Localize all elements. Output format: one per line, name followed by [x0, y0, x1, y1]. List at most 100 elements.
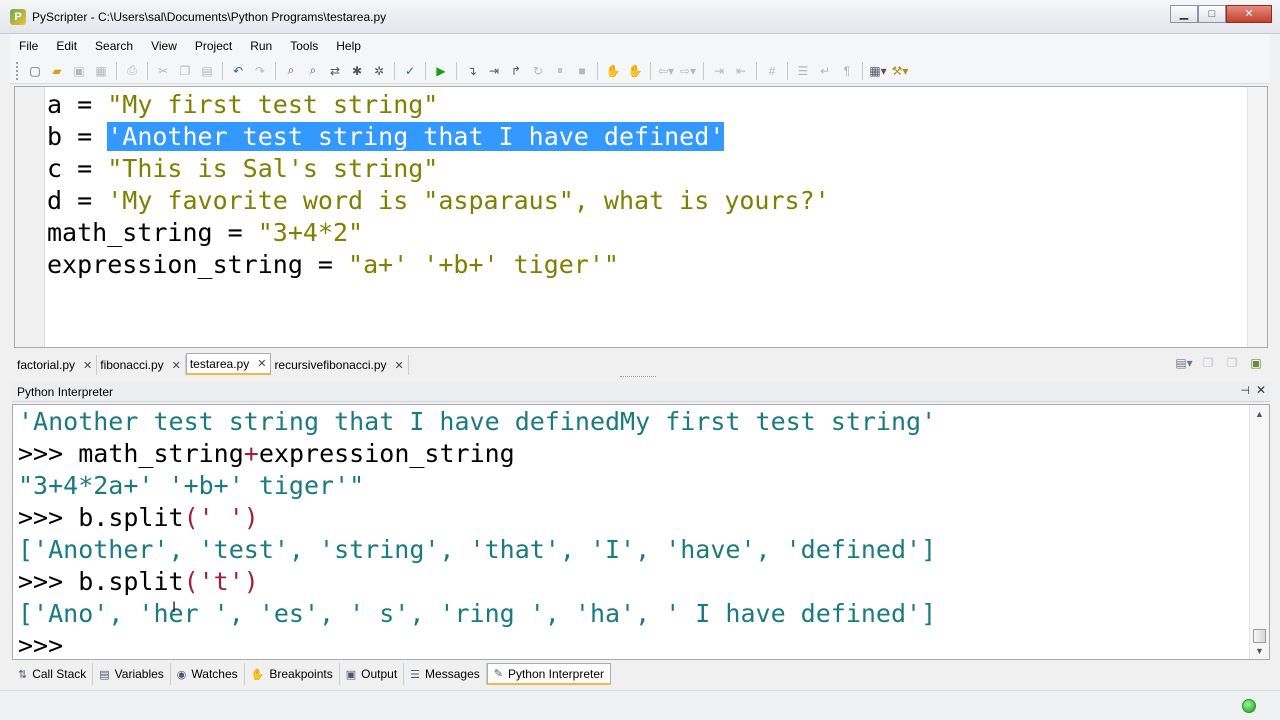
step-into-icon[interactable]: ↴ [461, 60, 483, 82]
menu-help[interactable]: Help [327, 34, 370, 58]
indent-icon[interactable]: ⇥ [708, 60, 730, 82]
input-text: math_string [78, 439, 244, 468]
bug-icon[interactable]: ✲ [368, 60, 390, 82]
interpreter-console[interactable]: 'Another test string that I have defined… [12, 404, 1270, 660]
scroll-down-icon[interactable]: ▼ [1255, 646, 1264, 656]
interpreter-output[interactable]: 'Another test string that I have defined… [18, 406, 936, 659]
debug-icon[interactable]: ✱ [346, 60, 368, 82]
interpreter-line: >>> math_string+expression_string [18, 438, 936, 470]
close-tab-icon[interactable]: ▣ [1244, 356, 1268, 372]
variable-name: b [47, 122, 63, 151]
code-line: c = "This is Sal's string" [47, 153, 830, 185]
string-literal: "My first test string" [107, 90, 439, 119]
run-icon[interactable]: ▶ [430, 60, 452, 82]
print-icon[interactable]: ⎙ [121, 60, 143, 82]
pause-icon[interactable]: ⏸ [549, 60, 571, 82]
save-all-icon[interactable]: ▦ [90, 60, 112, 82]
redo-icon[interactable]: ↷ [249, 60, 271, 82]
string-literal: "a+' '+b+' tiger'" [348, 250, 619, 279]
cut-icon[interactable]: ✂ [152, 60, 174, 82]
operator-text: ('t') [183, 567, 259, 596]
find-next-icon[interactable]: ⌕ [302, 60, 324, 82]
layout-icon[interactable]: ▦▾ [867, 60, 889, 82]
tools-icon[interactable]: ⚒▾ [889, 60, 911, 82]
tab-close-icon[interactable]: ✕ [83, 359, 92, 372]
editor-scrollbar[interactable] [1247, 87, 1267, 347]
undo-icon[interactable]: ↶ [227, 60, 249, 82]
tab-close-icon[interactable]: ✕ [395, 359, 404, 372]
tab-recursivefibonacci[interactable]: recursivefibonacci.py ✕ [271, 355, 409, 375]
pilcrow-icon[interactable]: ¶ [836, 60, 858, 82]
open-file-icon[interactable]: ▰ [46, 60, 68, 82]
forward-icon[interactable]: ⇨▾ [677, 60, 699, 82]
dedent-icon[interactable]: ⇤ [730, 60, 752, 82]
list-icon[interactable]: ☰ [792, 60, 814, 82]
minimize-button[interactable]: ▁ [1170, 5, 1198, 23]
menu-run[interactable]: Run [241, 34, 281, 58]
dock-tabs: ⇅ Call Stack ▤ Variables ◉ Watches ✋ Breakpo… [12, 662, 612, 686]
scroll-thumb[interactable] [1253, 629, 1266, 643]
new-file-icon[interactable]: ▢ [24, 60, 46, 82]
save-icon[interactable]: ▣ [68, 60, 90, 82]
tab-watches[interactable]: ◉ Watches [171, 663, 245, 685]
window-tabs-icon[interactable]: ❐ [1220, 356, 1244, 372]
tab-list-icon[interactable]: ▤▾ [1172, 356, 1196, 372]
tab-breakpoints[interactable]: ✋ Breakpoints [245, 663, 340, 685]
title-bar: P PyScripter - C:\Users\sal\Documents\Py… [0, 0, 1280, 34]
tab-close-icon[interactable]: ✕ [257, 357, 266, 370]
tab-tools: ▤▾ ❐ ❐ ▣ [1172, 356, 1268, 372]
editor-gutter[interactable] [15, 87, 45, 347]
dock-tab-label: Variables [114, 667, 164, 681]
breakpoints-icon: ✋ [250, 668, 265, 681]
find-icon[interactable]: ⌕ [280, 60, 302, 82]
tab-python-interpreter[interactable]: ✎ Python Interpreter [486, 663, 612, 685]
close-icon[interactable]: ✕ [1256, 383, 1266, 397]
string-literal: 'My favorite word is "asparaus", what is… [107, 186, 830, 215]
tab-variables[interactable]: ▤ Variables [93, 663, 171, 685]
interpreter-scrollbar[interactable]: ▲ ▼ [1249, 405, 1269, 659]
tab-close-icon[interactable]: ✕ [172, 359, 181, 372]
menu-file[interactable]: File [10, 34, 47, 58]
code-editor[interactable]: a = "My first test string" b = 'Another … [14, 86, 1268, 348]
tab-call-stack[interactable]: ⇅ Call Stack [12, 663, 94, 685]
back-icon[interactable]: ⇦▾ [655, 60, 677, 82]
input-text: expression_string [258, 439, 515, 468]
variable-name: d [47, 186, 63, 215]
input-text: >>> [18, 439, 79, 468]
comment-icon[interactable]: # [761, 60, 783, 82]
step-over-icon[interactable]: ⇥ [483, 60, 505, 82]
wrap-icon[interactable]: ↵ [814, 60, 836, 82]
dock-tab-label: Output [361, 667, 398, 681]
paste-icon[interactable]: ▤ [196, 60, 218, 82]
tab-fibonacci[interactable]: fibonacci.py ✕ [97, 355, 186, 375]
copy-icon[interactable]: ❐ [174, 60, 196, 82]
new-tab-icon[interactable]: ❐ [1196, 356, 1220, 372]
menu-edit[interactable]: Edit [47, 34, 86, 58]
assign-operator: = [62, 90, 108, 119]
selected-string-literal: 'Another test string that I have defined… [107, 122, 725, 151]
pin-icon[interactable]: ⊣ [1240, 384, 1250, 397]
menu-tools[interactable]: Tools [281, 34, 327, 58]
tab-factorial[interactable]: factorial.py ✕ [14, 355, 98, 375]
replace-icon[interactable]: ⇄ [324, 60, 346, 82]
interpreter-line: "3+4*2a+' '+b+' tiger'" [18, 470, 936, 502]
scroll-up-icon[interactable]: ▲ [1255, 409, 1264, 419]
step-out-icon[interactable]: ↱ [505, 60, 527, 82]
toolbar-grip[interactable] [16, 61, 20, 80]
tab-testarea[interactable]: testarea.py ✕ [185, 353, 272, 375]
menu-search[interactable]: Search [86, 34, 142, 58]
breakpoint-icon[interactable]: ✋ [602, 60, 624, 82]
clear-breakpoints-icon[interactable]: ✋ [624, 60, 646, 82]
menu-view[interactable]: View [142, 34, 186, 58]
tab-messages[interactable]: ☰ Messages [404, 663, 487, 685]
code-line: d = 'My favorite word is "asparaus", wha… [47, 185, 830, 217]
close-button[interactable]: ✕ [1226, 5, 1272, 23]
editor-code[interactable]: a = "My first test string" b = 'Another … [47, 89, 830, 281]
syntax-check-icon[interactable]: ✓ [399, 60, 421, 82]
run-to-cursor-icon[interactable]: ↻ [527, 60, 549, 82]
menu-project[interactable]: Project [186, 34, 241, 58]
assign-operator: = [62, 186, 108, 215]
abort-icon[interactable]: ■ [571, 60, 593, 82]
maximize-button[interactable]: □ [1198, 5, 1226, 23]
tab-output[interactable]: ▣ Output [340, 663, 405, 685]
